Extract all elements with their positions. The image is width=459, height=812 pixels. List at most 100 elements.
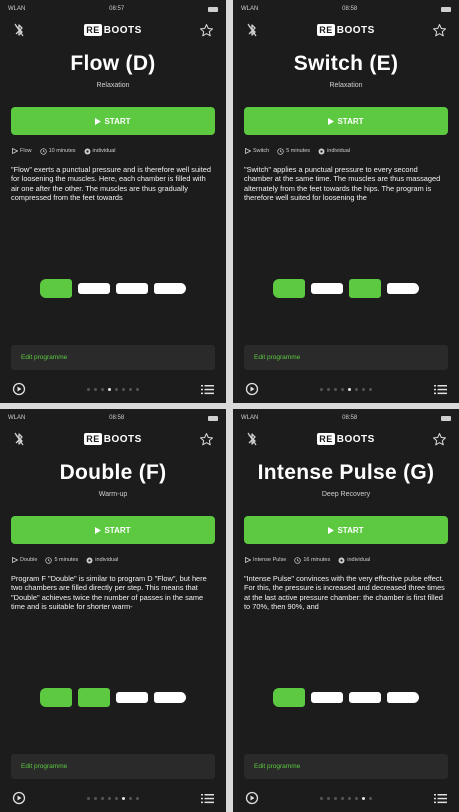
- page-dot-1[interactable]: [320, 796, 323, 800]
- page-dot-2[interactable]: [327, 387, 330, 391]
- page-dot-3[interactable]: [334, 387, 337, 391]
- page-dot-3[interactable]: [334, 796, 337, 800]
- meta-program: Switch: [245, 148, 269, 154]
- carrier-label: WLAN: [8, 415, 26, 421]
- play-icon: [328, 526, 335, 534]
- page-dot-1[interactable]: [87, 387, 90, 391]
- page-dot-5[interactable]: [348, 796, 351, 800]
- bluetooth-icon[interactable]: [10, 21, 28, 39]
- page-dot-6[interactable]: [355, 796, 358, 800]
- page-dot-7[interactable]: [129, 796, 132, 800]
- favorite-star-icon[interactable]: [198, 430, 216, 448]
- battery-icon: [207, 6, 218, 12]
- page-indicator[interactable]: [87, 796, 139, 800]
- edit-programme-button[interactable]: Edit programme: [11, 754, 215, 779]
- app-logo: RE BOOTS: [84, 24, 142, 36]
- program-description: "Intense Pulse" convinces with the very …: [244, 574, 445, 612]
- logo-text: BOOTS: [336, 433, 375, 445]
- program-description: Program F "Double" is similar to program…: [11, 574, 207, 612]
- play-icon: [328, 117, 335, 125]
- logo-text: BOOTS: [103, 433, 142, 445]
- program-title: Flow (D): [70, 52, 156, 75]
- timer-icon: [294, 556, 301, 564]
- page-dot-7[interactable]: [362, 796, 365, 800]
- page-dot-7[interactable]: [362, 387, 365, 391]
- edit-programme-button[interactable]: Edit programme: [244, 345, 448, 370]
- program-category: Deep Recovery: [321, 491, 371, 498]
- meta-duration-text: 10 minutes: [48, 148, 76, 154]
- gear-icon: [84, 148, 91, 154]
- meta-mode-text: individual: [95, 557, 119, 563]
- meta-duration: 5 minutes: [45, 556, 78, 564]
- list-menu-icon[interactable]: [431, 380, 449, 398]
- gear-icon: [338, 557, 345, 563]
- page-dot-5[interactable]: [115, 387, 118, 391]
- page-indicator[interactable]: [320, 796, 372, 800]
- page-dot-8[interactable]: [369, 796, 372, 800]
- program-meta: Double 5 minutes individual: [12, 554, 214, 566]
- page-dot-6[interactable]: [355, 387, 358, 391]
- program-title: Intense Pulse (G): [257, 461, 435, 484]
- page-dot-7[interactable]: [129, 387, 132, 391]
- app-logo: RE BOOTS: [84, 433, 142, 445]
- edit-programme-button[interactable]: Edit programme: [244, 754, 448, 779]
- meta-duration-text: 16 minutes: [303, 557, 331, 563]
- status-bar: WLAN 08:58: [8, 412, 218, 424]
- page-dot-3[interactable]: [101, 387, 104, 391]
- status-time: 08:58: [342, 6, 358, 12]
- page-dot-8[interactable]: [136, 796, 139, 800]
- top-bar: RE BOOTS: [10, 19, 216, 41]
- page-dot-2[interactable]: [327, 796, 330, 800]
- page-dot-5[interactable]: [115, 796, 118, 800]
- chamber-indicator: [233, 687, 459, 707]
- list-menu-icon[interactable]: [198, 380, 216, 398]
- favorite-star-icon[interactable]: [431, 21, 449, 39]
- page-dot-4[interactable]: [108, 796, 111, 800]
- page-dot-8[interactable]: [136, 387, 139, 391]
- meta-program-name: Switch: [253, 148, 270, 154]
- chamber-2-active: [78, 687, 110, 707]
- start-button[interactable]: START: [11, 107, 215, 135]
- page-dot-2[interactable]: [94, 387, 97, 391]
- program-description: "Flow" exerts a punctual pressure and is…: [11, 165, 211, 203]
- page-dot-4[interactable]: [108, 387, 111, 391]
- page-dot-2[interactable]: [94, 796, 97, 800]
- chamber-4-inactive: [387, 282, 419, 294]
- bluetooth-icon[interactable]: [10, 430, 28, 448]
- favorite-star-icon[interactable]: [198, 21, 216, 39]
- page-indicator[interactable]: [87, 387, 139, 391]
- program-wheel-icon[interactable]: [243, 789, 261, 807]
- program-wheel-icon[interactable]: [10, 789, 28, 807]
- bluetooth-icon[interactable]: [243, 21, 261, 39]
- bluetooth-icon[interactable]: [243, 430, 261, 448]
- chamber-indicator: [0, 687, 226, 707]
- page-dot-1[interactable]: [320, 387, 323, 391]
- status-time: 08:57: [109, 6, 125, 12]
- page-indicator[interactable]: [320, 387, 372, 391]
- battery-icon: [440, 415, 451, 421]
- start-button[interactable]: START: [244, 107, 448, 135]
- start-button[interactable]: START: [244, 516, 448, 544]
- edit-programme-button[interactable]: Edit programme: [11, 345, 215, 370]
- start-button-label: START: [104, 116, 131, 126]
- program-wheel-icon[interactable]: [10, 380, 28, 398]
- page-dot-5[interactable]: [348, 387, 351, 391]
- page-dot-6[interactable]: [122, 387, 125, 391]
- start-button[interactable]: START: [11, 516, 215, 544]
- list-menu-icon[interactable]: [431, 789, 449, 807]
- top-bar: RE BOOTS: [243, 19, 449, 41]
- page-dot-8[interactable]: [369, 387, 372, 391]
- meta-program-name: Intense Pulse: [253, 557, 287, 563]
- page-dot-4[interactable]: [341, 387, 344, 391]
- favorite-star-icon[interactable]: [431, 430, 449, 448]
- page-dot-4[interactable]: [341, 796, 344, 800]
- page-dot-6[interactable]: [122, 796, 125, 800]
- meta-mode: individual: [84, 148, 115, 155]
- list-menu-icon[interactable]: [198, 789, 216, 807]
- page-dot-3[interactable]: [101, 796, 104, 800]
- program-wheel-icon[interactable]: [243, 380, 261, 398]
- bottom-bar: [10, 790, 216, 806]
- page-dot-1[interactable]: [87, 796, 90, 800]
- program-meta: Flow 10 minutes individual: [12, 145, 214, 157]
- timer-icon: [277, 147, 284, 155]
